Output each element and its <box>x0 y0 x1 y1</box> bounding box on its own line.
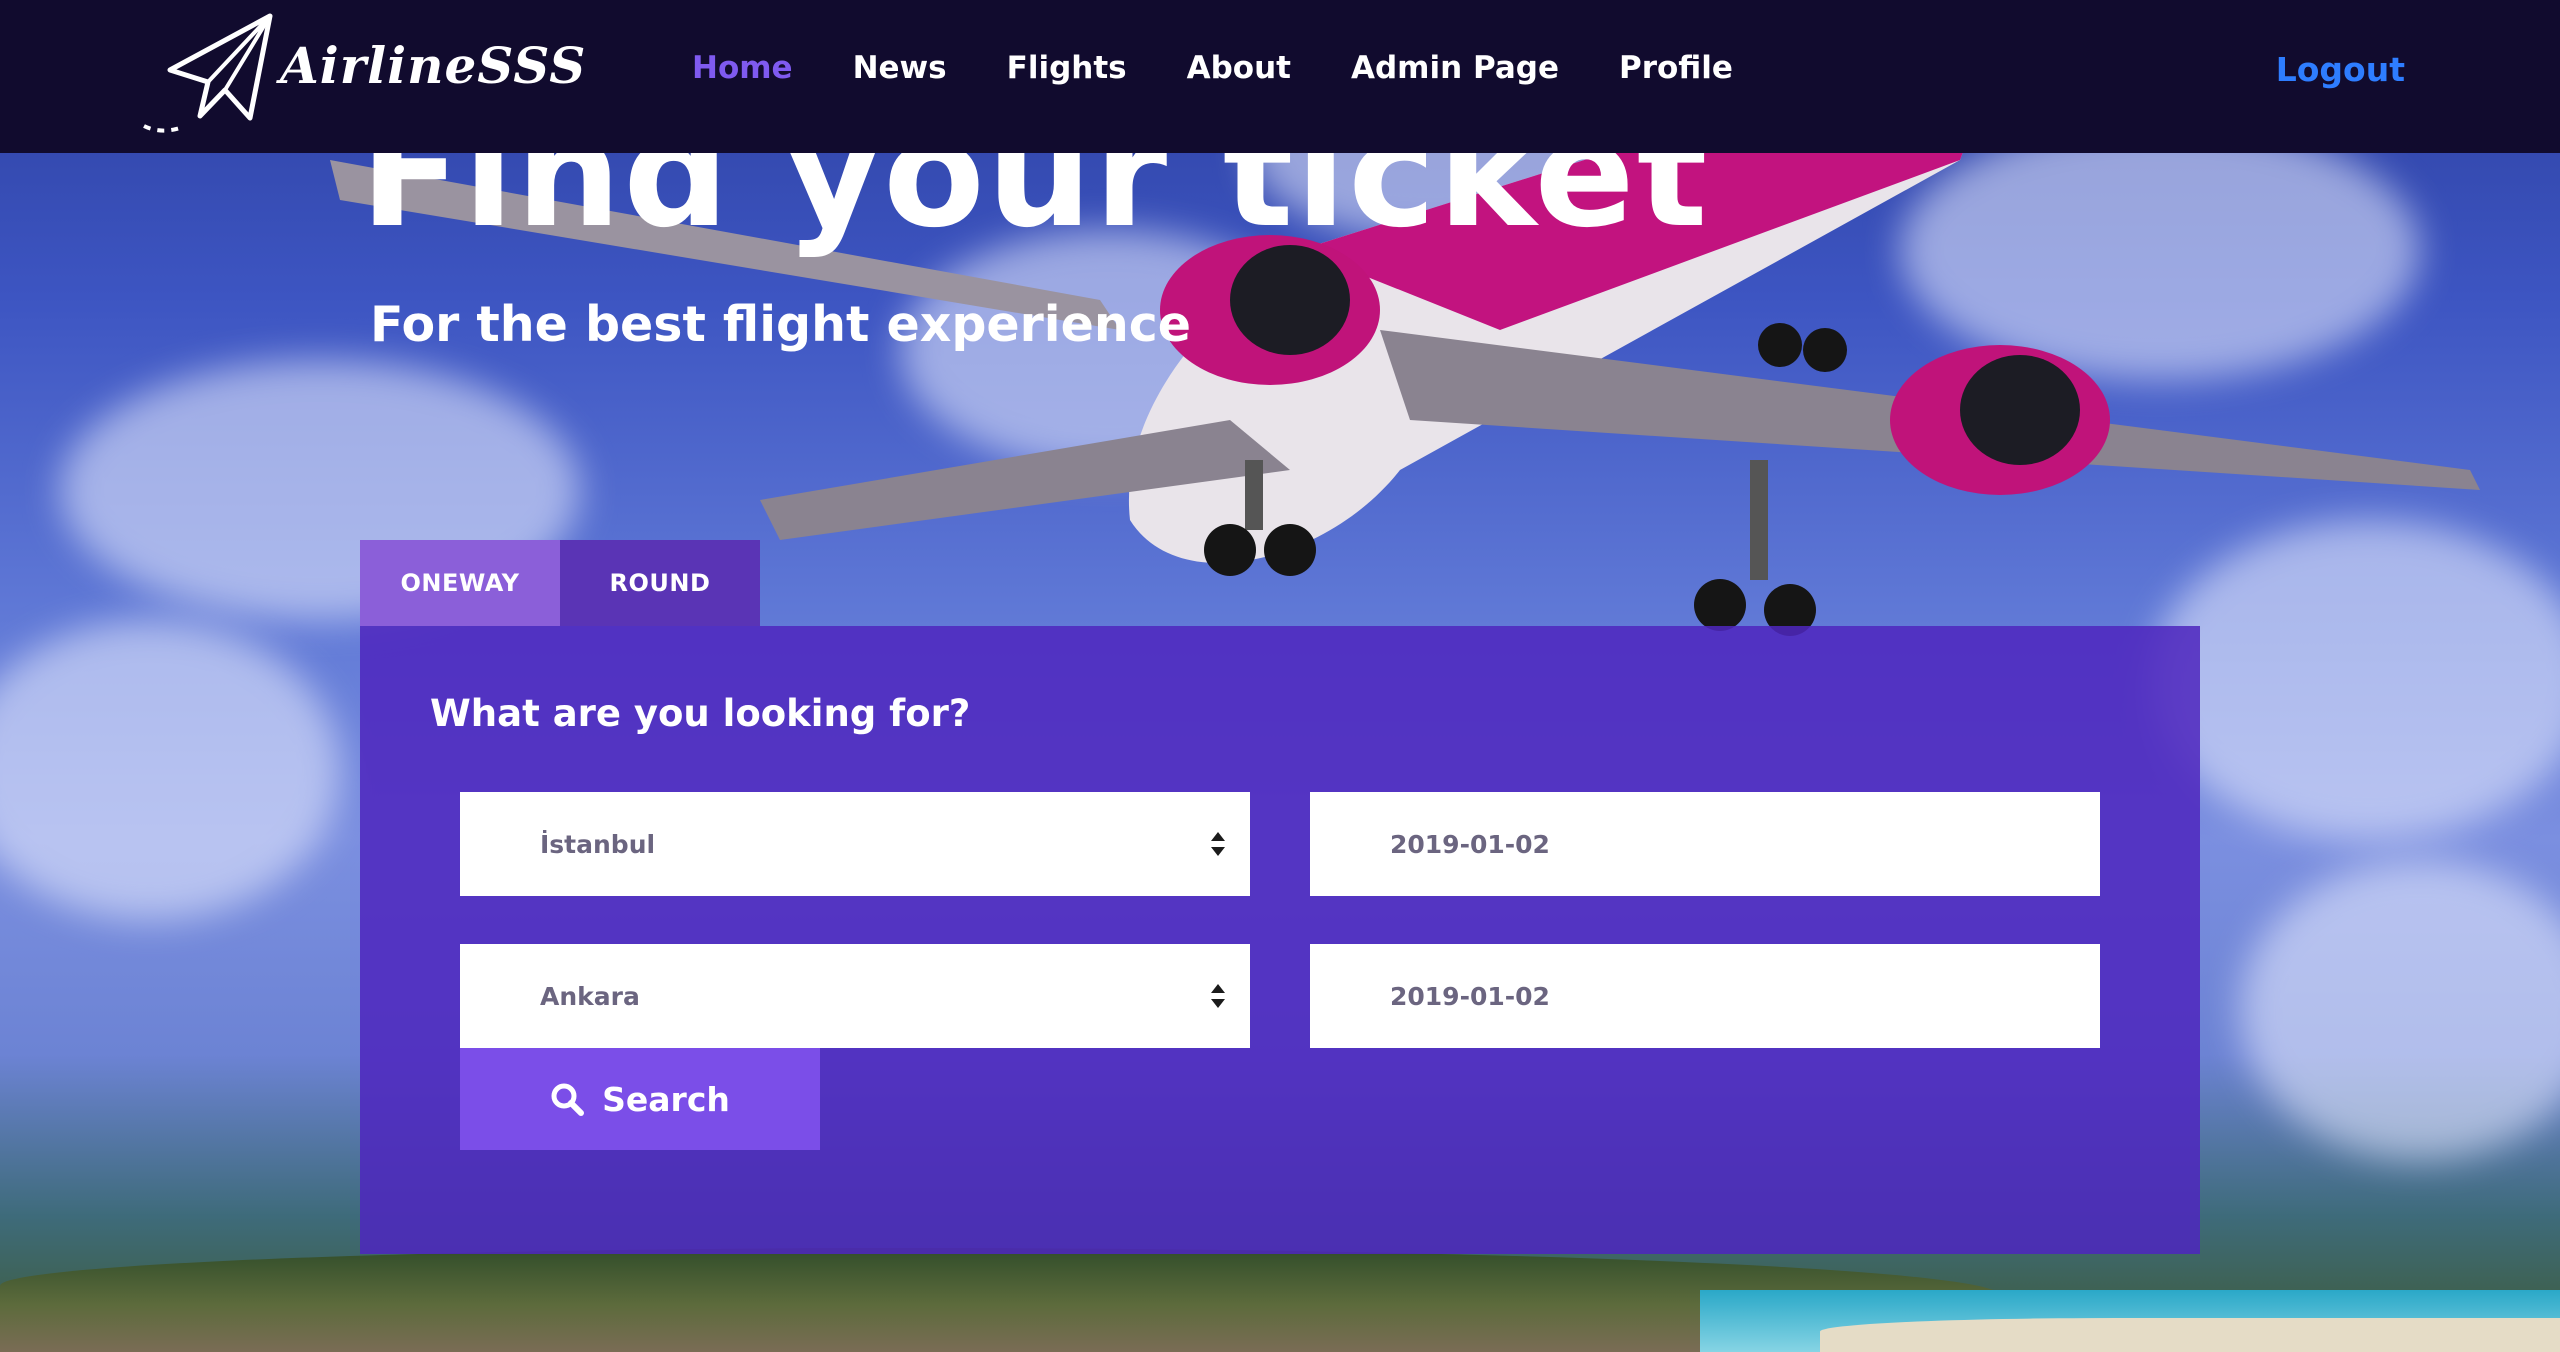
nav-admin-page[interactable]: Admin Page <box>1351 50 1559 86</box>
nav-profile[interactable]: Profile <box>1619 50 1733 86</box>
return-date-value: 2019-01-02 <box>1390 981 1550 1011</box>
to-city-value: Ankara <box>540 981 640 1011</box>
navbar: AirlineSSS Home News Flights About Admin… <box>0 0 2560 153</box>
depart-date-value: 2019-01-02 <box>1390 829 1550 859</box>
search-button[interactable]: Search <box>460 1048 820 1150</box>
search-heading: What are you looking for? <box>430 692 971 735</box>
nav-flights[interactable]: Flights <box>1007 50 1127 86</box>
select-arrows-icon <box>1211 984 1225 1008</box>
tab-round[interactable]: ROUND <box>560 540 760 626</box>
depart-date-field[interactable]: 2019-01-02 <box>1310 792 2100 896</box>
nav-news[interactable]: News <box>853 50 947 86</box>
select-arrows-icon <box>1211 832 1225 856</box>
nav-home[interactable]: Home <box>692 50 793 86</box>
search-button-label: Search <box>602 1079 730 1119</box>
brand-name[interactable]: AirlineSSS <box>280 36 586 95</box>
from-city-select[interactable]: İstanbul <box>460 792 1250 896</box>
return-date-field[interactable]: 2019-01-02 <box>1310 944 2100 1048</box>
search-icon <box>551 1083 585 1116</box>
search-panel: What are you looking for? İstanbul 2019-… <box>360 626 2200 1254</box>
nav-about[interactable]: About <box>1187 50 1291 86</box>
from-city-value: İstanbul <box>540 829 656 859</box>
main-nav: Home News Flights About Admin Page Profi… <box>692 50 1793 86</box>
to-city-select[interactable]: Ankara <box>460 944 1250 1048</box>
trip-type-tabs: ONEWAY ROUND <box>360 540 760 626</box>
hero-subtitle: For the best flight experience <box>370 296 1191 353</box>
tab-oneway[interactable]: ONEWAY <box>360 540 560 626</box>
logout-link[interactable]: Logout <box>2276 50 2405 89</box>
